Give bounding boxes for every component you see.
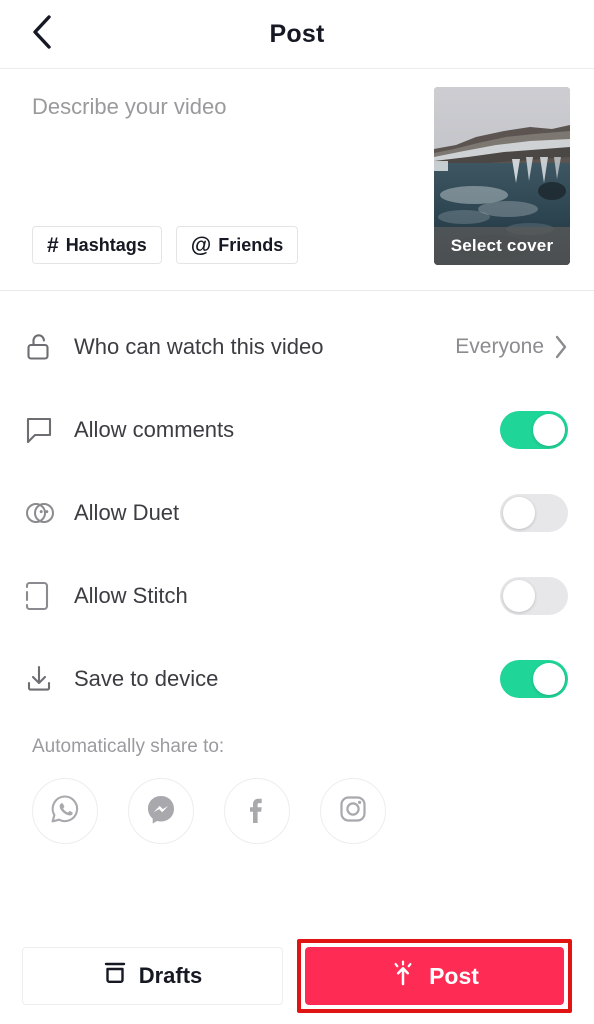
hashtags-label: Hashtags (65, 234, 147, 255)
caption-chip-row: # Hashtags @ Friends (32, 226, 434, 268)
share-target-whatsapp[interactable] (32, 778, 98, 844)
bottom-action-bar: Drafts Post (0, 928, 594, 1024)
privacy-value: Everyone (455, 334, 544, 358)
friends-button[interactable]: @ Friends (175, 226, 299, 264)
setting-row-privacy[interactable]: Who can watch this video Everyone (0, 305, 594, 388)
toggle-save-to-device[interactable] (500, 659, 568, 698)
setting-label-stitch: Allow Stitch (74, 582, 188, 608)
toggle-knob (533, 413, 565, 446)
duet-icon (24, 499, 68, 527)
messenger-icon (143, 791, 179, 832)
toggle-allow-stitch[interactable] (500, 576, 568, 615)
archive-box-icon (103, 960, 127, 992)
select-cover-label: Select cover (434, 227, 570, 265)
auto-share-section: Automatically share to: (0, 720, 594, 928)
setting-label-save-to-device: Save to device (74, 665, 219, 691)
caption-input[interactable]: Describe your video (32, 93, 434, 122)
app-header: Post (0, 0, 594, 69)
at-mention-icon: @ (190, 233, 212, 257)
chevron-right-icon (554, 335, 568, 359)
stitch-icon (24, 580, 68, 612)
hashtag-icon: # (47, 233, 59, 257)
instagram-icon (335, 791, 371, 832)
auto-share-title: Automatically share to: (32, 736, 225, 757)
select-cover-thumbnail[interactable]: Select cover (434, 87, 570, 265)
hashtags-button[interactable]: # Hashtags (32, 226, 162, 264)
post-button-wrapper: Post (297, 939, 572, 1013)
auto-share-icons (32, 778, 594, 844)
toggle-allow-duet[interactable] (500, 493, 568, 532)
share-target-facebook[interactable] (224, 778, 290, 844)
download-icon (24, 664, 68, 694)
facebook-icon (239, 791, 275, 832)
setting-row-stitch[interactable]: Allow Stitch (0, 554, 594, 637)
friends-label: Friends (218, 234, 284, 255)
drafts-label: Drafts (138, 963, 203, 988)
toggle-knob (503, 496, 535, 529)
setting-row-comments[interactable]: Allow comments (0, 388, 594, 471)
upload-burst-icon (390, 959, 416, 993)
toggle-knob (503, 579, 535, 612)
setting-label-duet: Allow Duet (74, 499, 180, 525)
whatsapp-icon (47, 791, 83, 832)
setting-row-save-to-device[interactable]: Save to device (0, 637, 594, 720)
setting-row-duet[interactable]: Allow Duet (0, 471, 594, 554)
settings-list: Who can watch this video Everyone Allow … (0, 291, 594, 720)
comment-bubble-icon (24, 415, 68, 445)
toggle-allow-comments[interactable] (500, 410, 568, 449)
caption-section: Describe your video # Hashtags @ Friends (0, 69, 594, 291)
caption-left: Describe your video # Hashtags @ Friends (32, 89, 434, 268)
post-button[interactable]: Post (305, 947, 564, 1005)
toggle-knob (533, 662, 565, 695)
unlock-icon (24, 331, 68, 363)
share-target-instagram[interactable] (320, 778, 386, 844)
back-button[interactable] (22, 14, 62, 54)
page-title: Post (269, 19, 325, 48)
setting-label-comments: Allow comments (74, 416, 235, 442)
post-label: Post (429, 962, 479, 989)
chevron-left-icon (30, 14, 54, 55)
post-screen: Post Describe your video # Hashtags @ Fr… (0, 0, 594, 1024)
share-target-messenger[interactable] (128, 778, 194, 844)
setting-label-privacy: Who can watch this video (74, 333, 324, 359)
drafts-button[interactable]: Drafts (22, 947, 283, 1005)
